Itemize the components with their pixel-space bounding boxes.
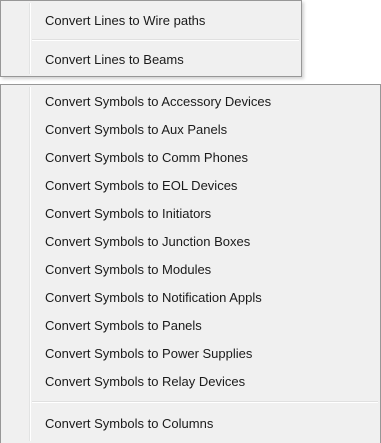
menu-item-relay-devices[interactable]: Convert Symbols to Relay Devices — [3, 368, 378, 395]
menu-item-eol-devices[interactable]: Convert Symbols to EOL Devices — [3, 172, 378, 199]
menu-item-label: Convert Symbols to Junction Boxes — [45, 234, 251, 249]
menu-item-junction-boxes[interactable]: Convert Symbols to Junction Boxes — [3, 228, 378, 255]
menu-item-label: Convert Symbols to EOL Devices — [45, 178, 238, 193]
menu-item-label: Convert Symbols to Modules — [45, 262, 212, 277]
menu-item-label: Convert Symbols to Comm Phones — [45, 150, 249, 165]
menu-item-label: Convert Symbols to Power Supplies — [45, 346, 253, 361]
menu-item-convert-lines-to-wire-paths[interactable]: Convert Lines to Wire paths — [3, 7, 299, 34]
menu-item-modules[interactable]: Convert Symbols to Modules — [3, 256, 378, 283]
menu-item-label: Convert Lines to Wire paths — [45, 13, 206, 28]
menu-item-notification-appls[interactable]: Convert Symbols to Notification Appls — [3, 284, 378, 311]
menu-item-label: Convert Symbols to Accessory Devices — [45, 94, 272, 109]
menu-item-label: Convert Symbols to Columns — [45, 416, 214, 431]
menu-item-comm-phones[interactable]: Convert Symbols to Comm Phones — [3, 144, 378, 171]
menu-item-columns[interactable]: Convert Symbols to Columns — [3, 410, 378, 437]
menu-item-label: Convert Symbols to Panels — [45, 318, 202, 333]
menu-separator — [32, 401, 378, 403]
menu-item-label: Convert Symbols to Relay Devices — [45, 374, 246, 389]
menu-item-label: Convert Symbols to Aux Panels — [45, 122, 228, 137]
menu-item-power-supplies[interactable]: Convert Symbols to Power Supplies — [3, 340, 378, 367]
menu-item-label: Convert Symbols to Initiators — [45, 206, 212, 221]
menu-item-label: Convert Lines to Beams — [45, 52, 184, 67]
menu-item-aux-panels[interactable]: Convert Symbols to Aux Panels — [3, 116, 378, 143]
context-menu-symbols: Convert Symbols to Accessory Devices Con… — [0, 84, 381, 443]
menu-item-convert-lines-to-beams[interactable]: Convert Lines to Beams — [3, 46, 299, 73]
menu-separator — [32, 39, 299, 41]
menu-item-panels[interactable]: Convert Symbols to Panels — [3, 312, 378, 339]
menu-item-label: Convert Symbols to Notification Appls — [45, 290, 262, 305]
menu-item-accessory-devices[interactable]: Convert Symbols to Accessory Devices — [3, 88, 378, 115]
menu-item-initiators[interactable]: Convert Symbols to Initiators — [3, 200, 378, 227]
context-menu-lines: Convert Lines to Wire paths Convert Line… — [0, 0, 302, 77]
